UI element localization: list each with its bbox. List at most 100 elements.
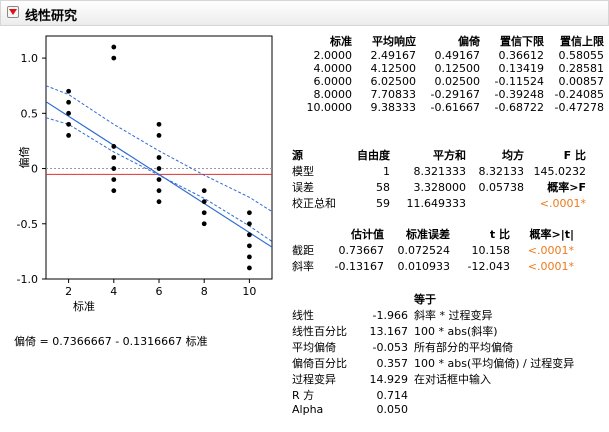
cell: 8.0000 xyxy=(313,88,353,101)
anova-table: 源 自由度 平方和 均方 F 比 模型 1 8.321333 8.32133 1… xyxy=(292,147,586,211)
cell: 0.010933 xyxy=(397,259,451,273)
col-header: 标准 xyxy=(330,35,352,48)
cell: 9.38333 xyxy=(370,101,417,114)
x-tick-label: 4 xyxy=(110,285,117,298)
data-point xyxy=(111,44,117,50)
cell xyxy=(466,195,524,211)
col-header: 源 xyxy=(292,149,303,162)
col-header: 等于 xyxy=(414,293,436,306)
cell: -0.61667 xyxy=(430,101,480,114)
table-row: 8.0000 7.70833 -0.29167 -0.39248 -0.24085 xyxy=(300,88,605,101)
cell: 4.0000 xyxy=(313,62,353,75)
cell: 偏倚百分比 xyxy=(292,357,347,370)
table-row: 6.0000 6.02500 0.02500 -0.11524 0.00857 xyxy=(300,75,605,88)
table-row: 2.0000 2.49167 0.49167 0.36612 0.58055 xyxy=(300,49,605,62)
col-header: 平均响应 xyxy=(372,35,416,48)
data-point xyxy=(201,199,207,205)
x-tick-label: 2 xyxy=(65,285,72,298)
cell: 线性 xyxy=(292,309,314,322)
cell: 100 * abs(平均偏倚) / 过程变异 xyxy=(414,357,575,370)
cell: 145.0232 xyxy=(533,164,587,178)
data-point xyxy=(111,177,117,182)
cell: 0.73667 xyxy=(338,243,385,257)
cell: 59 xyxy=(376,196,390,210)
cell: 0.12500 xyxy=(434,62,481,75)
cell: 误差 xyxy=(292,181,314,194)
data-point xyxy=(156,199,162,205)
cell: 0.357 xyxy=(376,356,409,370)
cell: 6.02500 xyxy=(370,75,417,88)
cell xyxy=(408,387,574,403)
cell: -0.13167 xyxy=(334,259,384,273)
stats-table-header: 等于 xyxy=(292,291,574,307)
cell: 0.00857 xyxy=(558,75,605,88)
y-tick-label: 0.5 xyxy=(21,107,39,120)
estimates-table-header: 估计值 标准误差 t 比 概率>|t| xyxy=(292,226,574,242)
table-row: 偏倚百分比 0.357 100 * abs(平均偏倚) / 过程变异 xyxy=(292,355,574,371)
cell: 2.0000 xyxy=(313,49,353,62)
data-point xyxy=(247,210,252,216)
table-row: 平均偏倚 -0.053 所有部分的平均偏倚 xyxy=(292,339,574,355)
cell: 10.0000 xyxy=(306,101,353,114)
data-point xyxy=(247,243,252,249)
cell: 2.49167 xyxy=(370,49,417,62)
col-header: 置信上限 xyxy=(560,35,604,48)
cell: -0.053 xyxy=(372,340,408,354)
estimates-table: 估计值 标准误差 t 比 概率>|t| 截距 0.73667 0.072524 … xyxy=(292,226,574,274)
cell: 平均偏倚 xyxy=(292,341,336,354)
cell: -0.24085 xyxy=(554,88,604,101)
cell: 校正总和 xyxy=(292,197,336,210)
data-point xyxy=(111,188,117,194)
cell: 7.70833 xyxy=(370,88,417,101)
cell: 所有部分的平均偏倚 xyxy=(414,341,513,354)
data-point xyxy=(247,254,252,260)
data-point xyxy=(156,121,162,127)
table-row: 校正总和 59 11.649333 <.0001* xyxy=(292,195,586,211)
cell: 0.072524 xyxy=(397,243,451,257)
linearity-plot: 2 4 6 8 10 1.0 0.5 0 -0.5 -1.0 标准 偏倚 xyxy=(0,30,290,330)
prob-f-label: 概率>F xyxy=(547,181,586,194)
data-point xyxy=(201,221,207,227)
col-header: 偏倚 xyxy=(458,35,480,48)
cell: 0.28581 xyxy=(558,62,605,75)
table-row: 4.0000 4.12500 0.12500 0.13419 0.28581 xyxy=(300,62,605,75)
anova-table-header: 源 自由度 平方和 均方 F 比 xyxy=(292,147,586,163)
report-title: 线性研究 xyxy=(25,9,78,24)
col-header: F 比 xyxy=(563,149,586,162)
cell: 100 * abs(斜率) xyxy=(414,325,498,338)
data-point xyxy=(66,121,71,127)
cell: <.0001* xyxy=(527,259,574,273)
data-point xyxy=(247,265,252,271)
data-point xyxy=(156,188,162,194)
table-row: 误差 58 3.328000 0.05738 概率>F xyxy=(292,179,586,195)
cell: 11.649333 xyxy=(406,196,467,210)
cell: 模型 xyxy=(292,165,314,178)
x-axis-label: 标准 xyxy=(73,299,95,313)
col-header: 概率>|t| xyxy=(529,228,574,241)
cell: -0.39248 xyxy=(494,88,544,101)
cell: 58 xyxy=(376,180,390,194)
cell: 4.12500 xyxy=(370,62,417,75)
cell: 0.13419 xyxy=(498,62,545,75)
data-point xyxy=(156,155,162,160)
cell xyxy=(408,403,574,416)
cell: 0.050 xyxy=(376,403,409,416)
y-axis-label: 偏倚 xyxy=(17,147,31,169)
cell: 0.36612 xyxy=(498,49,545,62)
cell: -0.68722 xyxy=(494,101,544,114)
disclosure-toggle-icon[interactable] xyxy=(7,6,19,18)
cell: 13.167 xyxy=(369,324,409,338)
cell: 线性百分比 xyxy=(292,325,347,338)
table-row: 模型 1 8.321333 8.32133 145.0232 xyxy=(292,163,586,179)
data-point xyxy=(247,221,252,227)
y-tick-label: -1.0 xyxy=(17,273,38,286)
cell: 0.49167 xyxy=(434,49,481,62)
data-point xyxy=(66,133,71,138)
cell: 8.321333 xyxy=(413,164,467,178)
col-header: 平方和 xyxy=(433,149,466,162)
y-tick-label: 0 xyxy=(31,163,38,176)
stats-table: 等于 线性 -1.966 斜率 * 过程变异 线性百分比 13.167 100 * abs… xyxy=(292,291,574,416)
table-row: R 方 0.714 xyxy=(292,387,574,403)
x-tick-label: 8 xyxy=(201,285,208,298)
means-table-header: 标准 平均响应 偏倚 置信下限 置信上限 xyxy=(300,33,604,49)
